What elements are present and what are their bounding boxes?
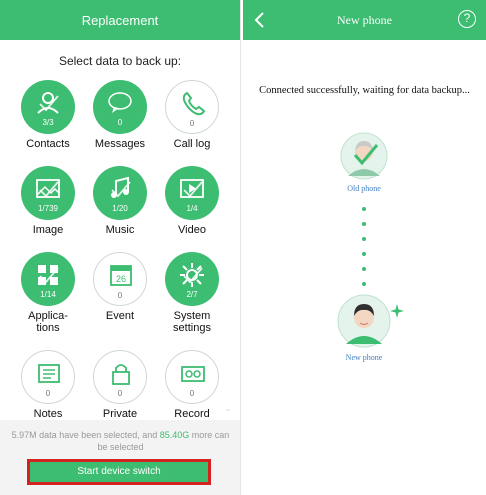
item-label: Event bbox=[105, 310, 135, 322]
sparkle-icon bbox=[390, 304, 404, 318]
data-type-system-settings[interactable]: 2/7 System settings bbox=[152, 252, 232, 334]
data-type-image[interactable]: 1/739 Image bbox=[8, 166, 88, 236]
item-label: Video bbox=[178, 224, 206, 236]
data-type-private[interactable]: 0 Private bbox=[80, 350, 160, 420]
item-count: 3/3 bbox=[42, 118, 54, 127]
item-count: 0 bbox=[45, 389, 51, 398]
backup-instructions: Select data to back up: bbox=[58, 54, 182, 68]
title-bar: New phone ? bbox=[243, 0, 486, 40]
data-type-toggle[interactable]: 0 bbox=[21, 350, 75, 404]
item-count: 2/7 bbox=[186, 290, 198, 299]
music-icon bbox=[111, 176, 131, 198]
item-label: Music bbox=[105, 224, 135, 236]
connection-dot bbox=[362, 207, 366, 211]
screen-title: Replacement bbox=[81, 13, 159, 28]
old-phone-label: Old phone bbox=[347, 184, 381, 193]
selection-summary: 5.97M data have been selected, and 85.40… bbox=[6, 429, 235, 453]
data-type-toggle[interactable]: 1/14 bbox=[21, 252, 75, 306]
item-label: Call log bbox=[173, 138, 211, 150]
chevron-down-icon: ⌄ bbox=[224, 403, 232, 413]
data-type-toggle[interactable]: 3/3 bbox=[21, 80, 75, 134]
item-label: Image bbox=[32, 224, 64, 236]
data-type-toggle[interactable]: 1/20 bbox=[93, 166, 147, 220]
message-icon bbox=[108, 92, 132, 113]
connection-dot bbox=[362, 252, 366, 256]
connection-dot bbox=[362, 267, 366, 271]
svg-text:26: 26 bbox=[116, 274, 126, 284]
remaining-space: 85.40G bbox=[159, 430, 190, 440]
item-count: 0 bbox=[117, 389, 123, 398]
item-count: 0 bbox=[117, 118, 123, 127]
data-type-toggle[interactable]: 0 bbox=[165, 80, 219, 134]
new-phone-label: New phone bbox=[345, 353, 383, 362]
recorder-icon bbox=[181, 366, 205, 382]
item-count: 1/4 bbox=[186, 204, 198, 213]
data-type-music[interactable]: 1/20 Music bbox=[80, 166, 160, 236]
data-type-event[interactable]: 26 0 Event bbox=[80, 252, 160, 322]
app-icon bbox=[38, 265, 59, 285]
summary-text: 5.97M data have been selected, and bbox=[11, 430, 160, 440]
item-label: System settings bbox=[173, 310, 211, 334]
new-phone-screen: New phone ? Connected successfully, wait… bbox=[243, 0, 486, 495]
item-count: 0 bbox=[189, 389, 195, 398]
item-count: 1/739 bbox=[37, 204, 59, 213]
data-type-toggle[interactable]: 0 bbox=[93, 350, 147, 404]
data-type-video[interactable]: 1/4 Video bbox=[152, 166, 232, 236]
item-label: Contacts bbox=[26, 138, 70, 150]
item-count: 1/14 bbox=[40, 290, 56, 299]
contact-icon bbox=[37, 92, 59, 114]
data-type-record[interactable]: 0 Record bbox=[152, 350, 232, 420]
data-type-contacts[interactable]: 3/3 Contacts bbox=[8, 80, 88, 150]
connection-status: Connected successfully, waiting for data… bbox=[259, 85, 470, 96]
image-icon bbox=[36, 179, 60, 198]
data-type-messages[interactable]: 0 Messages bbox=[80, 80, 160, 150]
data-type-toggle[interactable]: 2/7 bbox=[165, 252, 219, 306]
item-label: Record bbox=[174, 408, 210, 420]
item-label: Applica- tions bbox=[28, 310, 68, 334]
replacement-screen: Replacement Select data to back up: 3/3 C… bbox=[0, 0, 241, 495]
settings-icon bbox=[180, 263, 204, 287]
data-type-toggle[interactable]: 1/4 bbox=[165, 166, 219, 220]
item-label: Notes bbox=[33, 408, 63, 420]
data-type-toggle[interactable]: 0 bbox=[93, 80, 147, 134]
help-icon[interactable]: ? bbox=[458, 10, 476, 28]
data-type-toggle[interactable]: 1/739 bbox=[21, 166, 75, 220]
start-device-switch-button[interactable]: Start device switch bbox=[30, 462, 208, 482]
item-count: 0 bbox=[117, 291, 123, 300]
data-type-toggle[interactable]: 0 bbox=[165, 350, 219, 404]
item-label: Messages bbox=[94, 138, 146, 150]
data-type-toggle[interactable]: 26 0 bbox=[93, 252, 147, 306]
video-icon bbox=[180, 179, 204, 198]
connection-dot bbox=[362, 282, 366, 286]
data-type-call-log[interactable]: 0 Call log bbox=[152, 80, 232, 150]
data-type-notes[interactable]: 0 Notes bbox=[8, 350, 88, 420]
item-label: Private bbox=[102, 408, 138, 420]
item-count: 0 bbox=[189, 119, 195, 128]
connection-dot bbox=[362, 237, 366, 241]
new-phone-avatar bbox=[337, 294, 391, 353]
new-phone-avatar-icon bbox=[337, 294, 391, 348]
title-bar: Replacement bbox=[0, 0, 240, 40]
connection-dot bbox=[362, 222, 366, 226]
screen-title: New phone bbox=[337, 13, 392, 27]
notes-icon bbox=[38, 364, 60, 383]
item-count: 1/20 bbox=[112, 204, 128, 213]
phone-icon bbox=[182, 91, 206, 116]
old-phone-avatar bbox=[340, 132, 388, 185]
data-type-applications[interactable]: 1/14 Applica- tions bbox=[8, 252, 88, 334]
calendar-icon: 26 bbox=[110, 265, 132, 286]
old-phone-avatar-icon bbox=[340, 132, 388, 180]
lock-icon bbox=[112, 364, 130, 385]
